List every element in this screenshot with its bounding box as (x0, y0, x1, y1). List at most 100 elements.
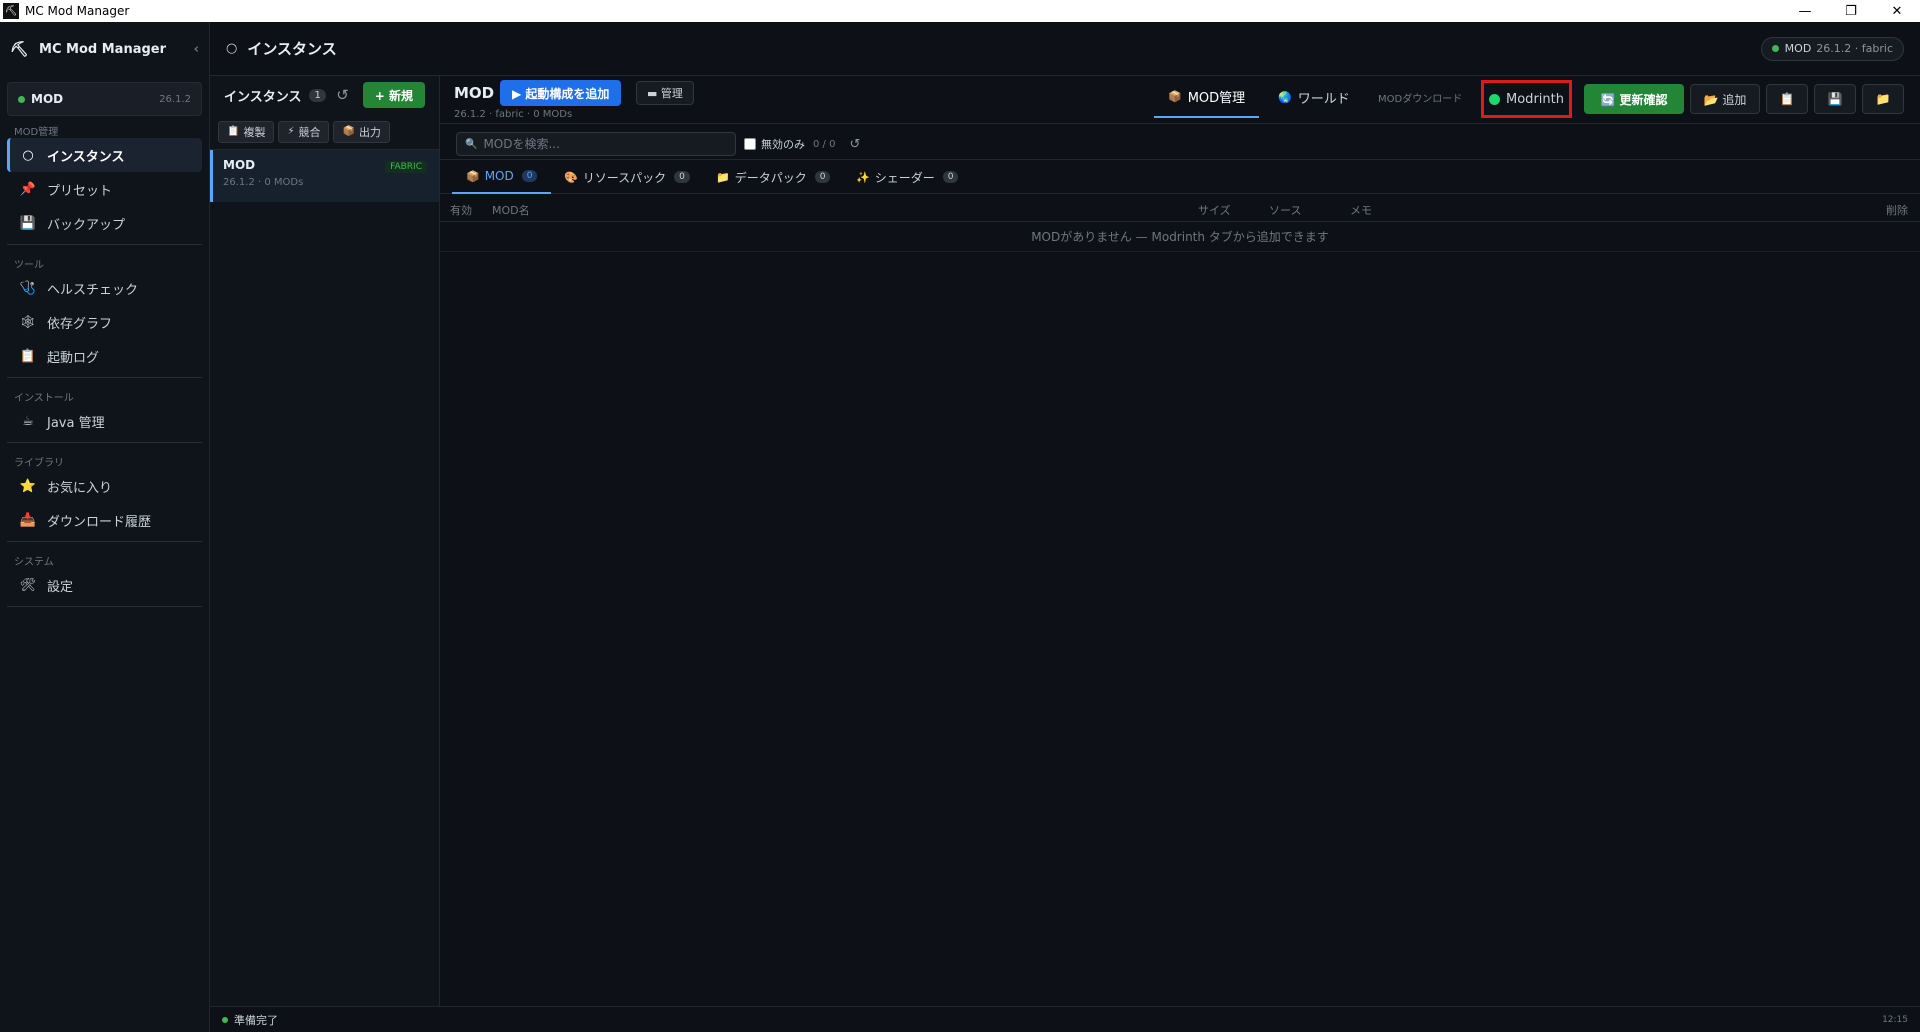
duplicate-button[interactable]: 📋 複製 (218, 120, 275, 143)
search-box: 🔍 (456, 132, 736, 156)
sidebar-item-settings[interactable]: 🛠 設定 (7, 568, 202, 602)
column-source[interactable]: ソース (1269, 202, 1301, 218)
column-memo[interactable]: メモ (1350, 202, 1372, 218)
current-instance-version: 26.1.2 (159, 93, 191, 105)
page-header: ○ インスタンス MOD 26.1.2 · fabric (210, 22, 1920, 76)
close-button[interactable]: ✕ (1874, 0, 1920, 22)
tab-label: リソースパック (582, 170, 667, 185)
sidebar-item-label: 依存グラフ (47, 316, 113, 332)
tab-modrinth[interactable]: Modrinth (1481, 80, 1572, 118)
status-dot-icon (222, 1016, 228, 1023)
instance-list-panel: インスタンス 1 ↺ + 新規 📋 複製 ⚡ 競合 📦 出力 MOD 26.1.… (210, 76, 440, 1006)
tab-label: MOD管理 (1187, 90, 1246, 106)
disabled-only-filter: 無効のみ 0 / 0 ↺ (744, 136, 860, 152)
folder-icon[interactable]: 📁 (1862, 84, 1904, 114)
section-install-label: インストール (14, 393, 74, 404)
package-icon: 📦 (342, 126, 355, 137)
instance-subtitle: 26.1.2 · fabric · 0 MODs (454, 109, 573, 120)
tab-mod-manage[interactable]: 📦 MOD管理 (1154, 76, 1260, 118)
current-instance-selector[interactable]: MOD 26.1.2 (7, 82, 202, 116)
sidebar-item-favorites[interactable]: ⭐ お気に入り (7, 469, 202, 503)
section-mod-label: MOD管理 (14, 127, 59, 138)
clipboard-icon[interactable]: 📋 (1766, 84, 1808, 114)
sidebar-item-download-history[interactable]: 📥 ダウンロード履歴 (7, 503, 202, 537)
restore-button[interactable]: ❐ (1828, 0, 1874, 22)
instance-detail-header: MOD 26.1.2 · fabric · 0 MODs ▶ 起動構成を追加 ▬… (440, 76, 1920, 124)
tab-mod[interactable]: 📦 MOD 0 (452, 160, 552, 194)
save-icon[interactable]: 💾 (1814, 84, 1856, 114)
sidebar-item-launch-log[interactable]: 📋 起動ログ (7, 339, 202, 373)
search-icon: 🔍 (465, 138, 478, 150)
instance-list-item[interactable]: MOD 26.1.2 · 0 MODs FABRIC (210, 150, 439, 202)
column-size[interactable]: サイズ (1198, 202, 1231, 218)
conflict-button[interactable]: ⚡ 競合 (278, 120, 330, 143)
web-icon: 🕸 (19, 314, 37, 330)
tab-data-packs[interactable]: 📁 データパック 0 (716, 160, 831, 194)
status-text: 準備完了 (234, 1013, 278, 1027)
status-dot-icon (1771, 45, 1779, 52)
sidebar-item-java[interactable]: ☕ Java 管理 (7, 404, 202, 438)
tab-world[interactable]: 🌏 ワールド (1268, 76, 1360, 118)
tools-icon: 🛠 (19, 577, 37, 593)
manage-button[interactable]: ▬ 管理 (636, 81, 694, 105)
circle-icon: ○ (22, 147, 34, 163)
duplicate-label: 複製 (243, 125, 266, 139)
export-label: 出力 (358, 125, 381, 139)
tab-count: 0 (814, 171, 831, 183)
export-button[interactable]: 📦 出力 (333, 120, 390, 143)
new-instance-button[interactable]: + 新規 (362, 82, 425, 108)
check-updates-button[interactable]: 🔄 更新確認 (1584, 84, 1684, 114)
sidebar-item-label: お気に入り (47, 480, 113, 496)
badge-version: 26.1.2 · fabric (1816, 42, 1893, 55)
status-time: 12:15 (1882, 1014, 1908, 1025)
sidebar-header: ⛏ MC Mod Manager ‹ (0, 22, 209, 76)
divider (7, 442, 202, 443)
page-title: インスタンス (247, 40, 337, 58)
instance-actions: 📋 複製 ⚡ 競合 📦 出力 (210, 114, 439, 150)
badge-name: MOD (1784, 42, 1812, 55)
package-icon: 📦 (1168, 89, 1182, 103)
disabled-only-checkbox[interactable] (744, 138, 756, 150)
window-title: MC Mod Manager (25, 4, 130, 18)
stethoscope-icon: 🩺 (19, 280, 37, 296)
tab-label: ワールド (1297, 91, 1350, 107)
active-instance-badge: MOD 26.1.2 · fabric (1760, 36, 1904, 61)
reload-icon[interactable]: ↺ (849, 137, 860, 152)
column-name[interactable]: MOD名 (492, 202, 530, 218)
sidebar-item-label: Java 管理 (47, 415, 105, 431)
minimize-button[interactable]: — (1782, 0, 1828, 22)
lightning-icon: ⚡ (287, 126, 295, 137)
divider (7, 541, 202, 542)
window-titlebar: ⛏ MC Mod Manager — ❐ ✕ (0, 0, 1920, 22)
sidebar-item-instances[interactable]: ○ インスタンス (7, 138, 202, 172)
disabled-count: 0 / 0 (813, 138, 836, 150)
app-icon: ⛏ (3, 3, 19, 19)
column-enabled[interactable]: 有効 (450, 202, 472, 218)
tab-shaders[interactable]: ✨ シェーダー 0 (856, 160, 959, 194)
tab-resource-packs[interactable]: 🎨 リソースパック 0 (564, 160, 690, 194)
sidebar-item-backup[interactable]: 💾 バックアップ (7, 206, 202, 240)
collapse-sidebar-icon[interactable]: ‹ (194, 42, 199, 57)
mod-table-header: 有効 MOD名 サイズ ソース メモ 削除 (440, 194, 1920, 222)
sparkles-icon: ✨ (856, 170, 870, 184)
palette-icon: 🎨 (564, 170, 578, 184)
sidebar-item-health-check[interactable]: 🩺 ヘルスチェック (7, 271, 202, 305)
refresh-icon[interactable]: ↺ (336, 86, 349, 104)
mod-download-label: MODダウンロード (1378, 94, 1463, 105)
sidebar-item-presets[interactable]: 📌 プリセット (7, 172, 202, 206)
sidebar-item-label: 設定 (47, 579, 74, 595)
section-system-label: システム (14, 557, 54, 568)
sidebar-item-label: バックアップ (47, 217, 126, 233)
tab-count: 0 (674, 171, 690, 183)
search-input[interactable] (483, 137, 724, 151)
sidebar-item-label: ダウンロード履歴 (47, 514, 152, 530)
add-mod-button[interactable]: 📂 追加 (1690, 84, 1760, 114)
section-library-label: ライブラリ (14, 458, 64, 469)
package-icon: 📦 (466, 169, 480, 183)
loader-badge: FABRIC (385, 161, 427, 173)
status-bar: 準備完了 12:15 (210, 1006, 1920, 1032)
add-launch-config-button[interactable]: ▶ 起動構成を追加 (500, 80, 622, 106)
instance-count-badge: 1 (309, 88, 326, 102)
sidebar-item-dependency-graph[interactable]: 🕸 依存グラフ (7, 305, 202, 339)
instance-title: MOD (454, 84, 495, 102)
